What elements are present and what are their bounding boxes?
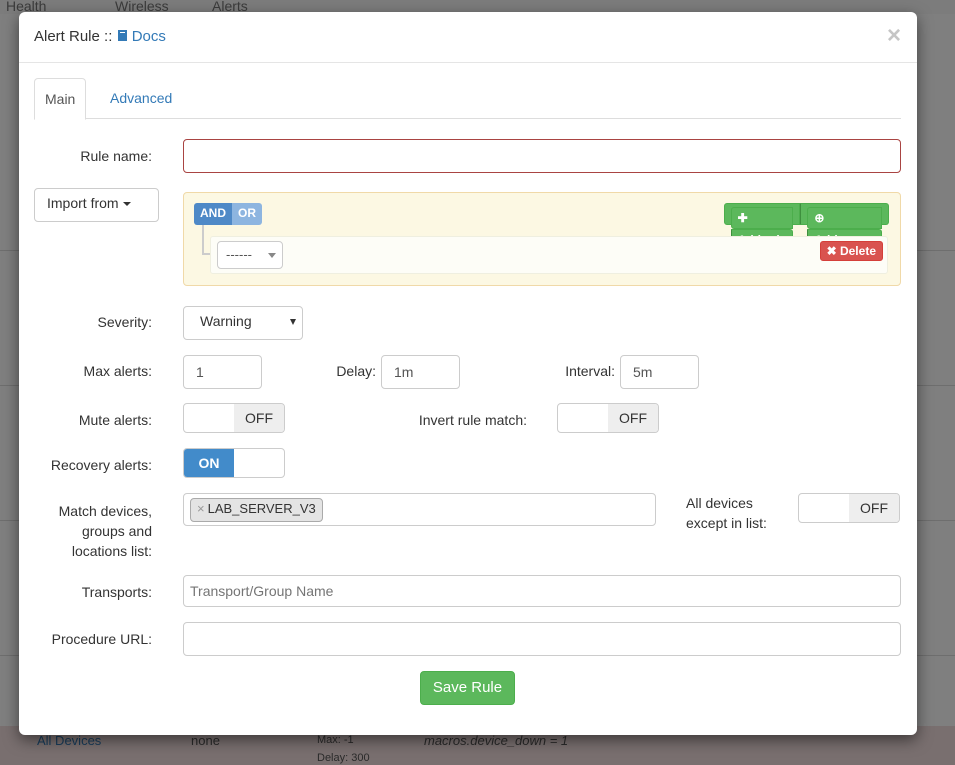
import-from-label: Import from (47, 195, 119, 211)
rule-name-input[interactable] (183, 139, 901, 173)
import-from-button[interactable]: Import from (34, 188, 159, 222)
severity-select[interactable]: Warning (183, 306, 303, 340)
condition-toggle: AND OR (194, 203, 262, 225)
max-alerts-label: Max alerts: (83, 363, 152, 379)
severity-value: Warning (200, 313, 252, 329)
all-devices-label: All devices except in list: (686, 493, 796, 533)
rule-field-value: ------ (226, 247, 252, 262)
tab-main[interactable]: Main (34, 78, 87, 120)
docs-link-label: Docs (131, 28, 166, 45)
match-label-line-2: groups and (81, 523, 152, 539)
plus-icon: ✚ (730, 207, 794, 229)
and-button[interactable]: AND (194, 203, 232, 225)
alert-rule-modal: Alert Rule :: Docs × Main Advanced Rule … (19, 12, 917, 735)
transports-input[interactable] (183, 575, 901, 607)
modal-title: Alert Rule :: Docs (34, 28, 166, 45)
match-devices-select[interactable]: × LAB_SERVER_V3 (183, 493, 656, 526)
all-devices-line-1: All devices (686, 495, 753, 511)
book-icon (117, 30, 127, 41)
device-tag: × LAB_SERVER_V3 (190, 498, 323, 522)
max-alerts-input[interactable] (183, 355, 262, 389)
tab-advanced[interactable]: Advanced (100, 78, 182, 119)
chevron-down-icon (290, 319, 296, 325)
plus-circle-icon: ⊕ (807, 207, 882, 229)
invert-rule-toggle[interactable]: OFF (557, 403, 659, 433)
all-devices-toggle-state: OFF (849, 494, 899, 522)
title-prefix: Alert Rule :: (34, 28, 113, 45)
remove-tag-icon[interactable]: × (197, 501, 205, 516)
builder-actions: ✚ Add rule ⊕ Add group (723, 203, 889, 251)
rule-name-label: Rule name: (80, 148, 152, 164)
recovery-alerts-label: Recovery alerts: (50, 457, 152, 473)
mute-alerts-label: Mute alerts: (78, 412, 152, 428)
delete-label: Delete (839, 244, 876, 258)
all-devices-line-2: except in list: (686, 515, 767, 531)
caret-down-icon (122, 202, 131, 207)
interval-label: Interval: (565, 363, 615, 379)
interval-input[interactable] (620, 355, 699, 389)
transports-label: Transports: (81, 584, 152, 600)
close-icon[interactable]: × (887, 24, 901, 48)
recovery-alerts-toggle[interactable]: ON (183, 448, 285, 478)
or-button[interactable]: OR (232, 203, 262, 225)
match-label-line-3: locations list: (71, 543, 152, 559)
modal-header: Alert Rule :: Docs × (19, 12, 917, 63)
device-tag-label: LAB_SERVER_V3 (207, 501, 316, 516)
delay-input[interactable] (381, 355, 460, 389)
query-builder: AND OR ✚ Add rule ⊕ Add group ------ ✖ D… (183, 192, 901, 286)
delay-label: Delay: (336, 363, 376, 379)
mute-alerts-toggle[interactable]: OFF (183, 403, 285, 433)
rule-field-select[interactable]: ------ (217, 241, 283, 269)
match-label-line-1: Match devices, (58, 503, 152, 519)
add-group-button[interactable]: ⊕ Add group (800, 203, 889, 251)
delete-rule-button[interactable]: ✖ Delete (819, 241, 883, 261)
severity-label: Severity: (97, 314, 152, 330)
builder-rule-row: ------ ✖ Delete (210, 236, 888, 274)
times-icon: ✖ (826, 244, 840, 258)
procedure-url-label: Procedure URL: (51, 631, 152, 647)
chevron-down-icon (268, 253, 276, 258)
match-devices-label: Match devices, groups and locations list… (29, 501, 152, 561)
procedure-url-input[interactable] (183, 622, 901, 656)
add-rule-button[interactable]: ✚ Add rule (723, 203, 801, 251)
all-devices-toggle[interactable]: OFF (798, 493, 900, 523)
tab-bar: Main Advanced (34, 78, 901, 120)
invert-toggle-state: OFF (608, 404, 658, 432)
save-rule-button[interactable]: Save Rule (420, 671, 515, 705)
mute-toggle-state: OFF (234, 404, 284, 432)
invert-rule-label: Invert rule match: (418, 412, 527, 428)
docs-link[interactable]: Docs (117, 28, 166, 45)
recovery-toggle-state: ON (184, 449, 234, 477)
